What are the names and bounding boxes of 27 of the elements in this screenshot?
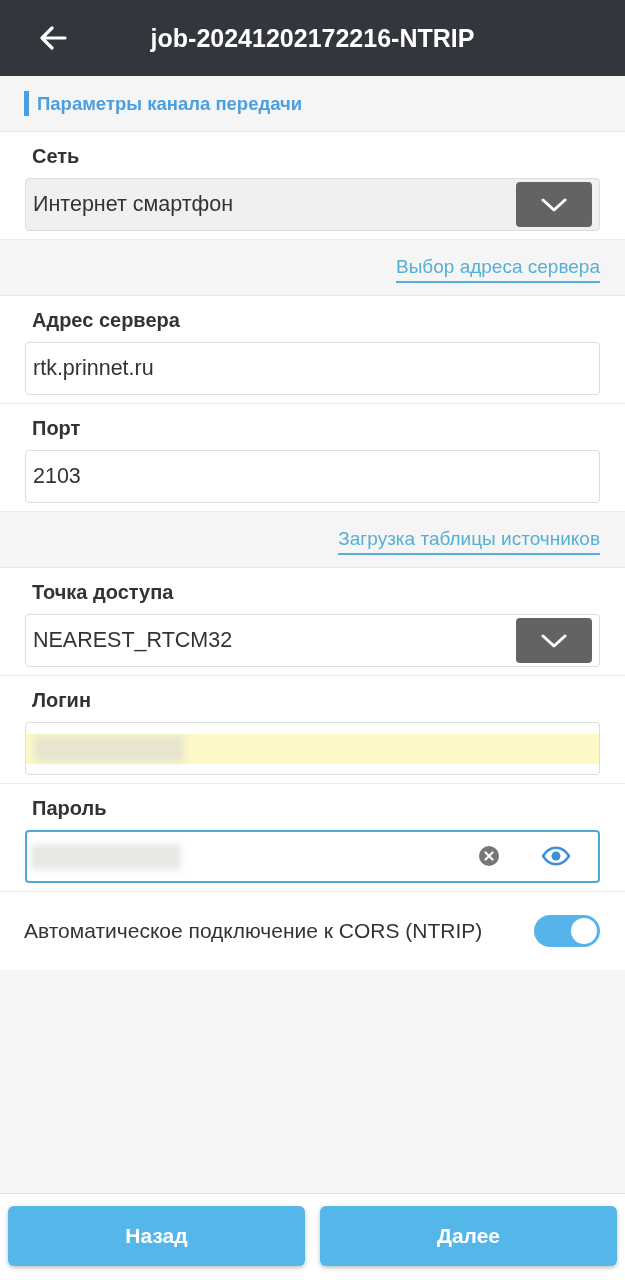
clear-icon[interactable] — [479, 846, 499, 866]
field-label: Адрес сервера — [31, 309, 181, 331]
chevron-down-icon — [541, 633, 567, 648]
password-field[interactable] — [25, 830, 600, 883]
field-label: Сеть — [31, 145, 81, 167]
text-field[interactable]: rtk.prinnet.ru — [25, 342, 600, 395]
field-value: rtk.prinnet.ru — [32, 355, 154, 383]
field-label: Порт — [31, 417, 82, 439]
field-value: 2103 — [32, 463, 81, 491]
toggle-switch[interactable] — [534, 915, 600, 947]
toggle-label: Автоматическое подключение к CORS (NTRIP) — [24, 918, 483, 945]
dropdown-field[interactable]: Интернет смартфон — [25, 178, 600, 231]
dropdown-value: NEAREST_RTCM32 — [33, 627, 233, 655]
back-arrow-icon[interactable] — [39, 26, 67, 50]
dropdown-button[interactable] — [516, 618, 592, 663]
field-label: Пароль — [31, 797, 108, 819]
text-field[interactable] — [25, 722, 600, 775]
screen-title: job-20241202172216-NTRIP — [150, 25, 475, 51]
section-title: Параметры канала передачи — [24, 91, 303, 116]
dropdown-field[interactable]: NEAREST_RTCM32 — [25, 614, 600, 667]
show-password-icon[interactable] — [541, 846, 571, 866]
chevron-down-icon — [541, 197, 567, 212]
dropdown-button[interactable] — [516, 182, 592, 227]
field-label: Точка доступа — [31, 581, 175, 603]
text-field[interactable]: 2103 — [25, 450, 600, 503]
field-label: Логин — [31, 689, 92, 711]
dropdown-value: Интернет смартфон — [33, 191, 234, 219]
